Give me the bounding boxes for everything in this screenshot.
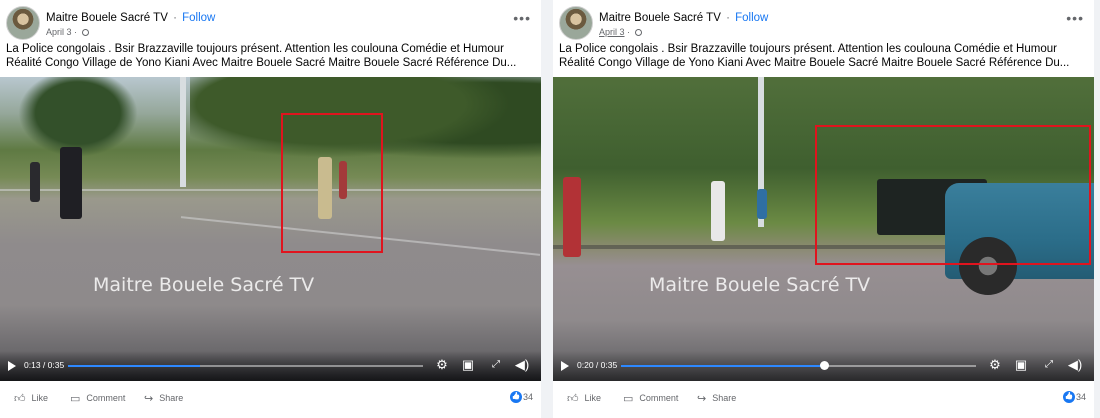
comment-button[interactable]: ▭ Comment (70, 392, 125, 405)
post-date[interactable]: April 3 (599, 27, 625, 37)
like-reaction-icon (1062, 391, 1075, 403)
author-name[interactable]: Maitre Bouele Sacré TV (46, 12, 168, 24)
follow-link[interactable]: Follow (735, 12, 768, 24)
share-icon: ↪ (697, 393, 707, 405)
follow-link[interactable]: Follow (182, 12, 215, 24)
video-player[interactable]: Maitre Bouele Sacré TV 0:13 / 0:35 ⚙ ▣ ⤢… (0, 77, 541, 381)
fullscreen-icon[interactable]: ⤢ (488, 358, 504, 372)
like-button[interactable]: 👍︎ Like (14, 392, 48, 405)
share-button[interactable]: ↪ Share (144, 392, 183, 405)
caption-line[interactable]: Réalité Congo Village de Yono Kiani Avec… (6, 56, 534, 70)
post-meta: April 3 · (46, 27, 89, 37)
tree (18, 77, 138, 157)
gear-icon[interactable]: ⚙ (434, 358, 450, 372)
facebook-post: Maitre Bouele Sacré TV · Follow April 3 … (553, 0, 1094, 418)
author-name[interactable]: Maitre Bouele Sacré TV (599, 12, 721, 24)
video-controls: 0:13 / 0:35 ⚙ ▣ ⤢ ◀) (0, 351, 541, 381)
video-time: 0:13 / 0:35 (24, 360, 65, 370)
post-caption: La Police congolais . Bsir Brazzaville t… (6, 42, 534, 70)
post-caption: La Police congolais . Bsir Brazzaville t… (559, 42, 1087, 70)
separator-dot: · (726, 12, 730, 24)
picture-in-picture-icon[interactable]: ▣ (460, 358, 476, 372)
highlight-box (815, 125, 1091, 265)
video-time: 0:20 / 0:35 (577, 360, 618, 370)
police-officer (60, 147, 82, 219)
person (30, 162, 40, 202)
progress-fill (68, 365, 200, 367)
gear-icon[interactable]: ⚙ (987, 358, 1003, 372)
progress-bar[interactable] (68, 365, 423, 367)
post-meta: April 3 · (599, 27, 642, 37)
author-line: Maitre Bouele Sacré TV · Follow (46, 12, 215, 24)
volume-icon[interactable]: ◀) (514, 358, 530, 372)
progress-fill (621, 365, 824, 367)
caption-line: La Police congolais . Bsir Brazzaville t… (559, 43, 1057, 55)
fullscreen-icon[interactable]: ⤢ (1041, 358, 1057, 372)
avatar[interactable] (6, 6, 40, 40)
video-watermark: Maitre Bouele Sacré TV (93, 274, 315, 296)
caption-line: La Police congolais . Bsir Brazzaville t… (6, 43, 504, 55)
author-line: Maitre Bouele Sacré TV · Follow (599, 12, 768, 24)
avatar[interactable] (559, 6, 593, 40)
video-player[interactable]: Maitre Bouele Sacré TV 0:20 / 0:35 ⚙ ▣ ⤢… (553, 77, 1094, 381)
play-icon[interactable] (561, 361, 569, 371)
globe-icon (81, 29, 89, 36)
play-icon[interactable] (8, 361, 16, 371)
picture-in-picture-icon[interactable]: ▣ (1013, 358, 1029, 372)
comment-icon: ▭ (623, 393, 634, 405)
progress-bar[interactable] (621, 361, 976, 370)
globe-icon (634, 29, 642, 36)
caption-line[interactable]: Réalité Congo Village de Yono Kiani Avec… (559, 56, 1087, 70)
post-header: Maitre Bouele Sacré TV · Follow April 3 … (559, 6, 1088, 40)
trash-bin (757, 189, 767, 219)
progress-knob[interactable] (819, 361, 829, 370)
more-options-button[interactable]: ••• (1066, 10, 1084, 26)
volume-icon[interactable]: ◀) (1067, 358, 1083, 372)
post-actions: 👍︎Like ▭Comment ↪Share 34 (553, 387, 1094, 409)
post-date[interactable]: April 3 (46, 27, 72, 37)
reaction-count: 34 (1075, 392, 1086, 402)
video-watermark: Maitre Bouele Sacré TV (649, 274, 871, 296)
thumbs-up-icon: 👍︎ (14, 393, 26, 405)
reaction-count: 34 (522, 392, 533, 402)
comment-icon: ▭ (70, 393, 81, 405)
person-in-red (563, 177, 581, 257)
reaction-summary[interactable]: 34 (509, 391, 533, 403)
reaction-summary[interactable]: 34 (1062, 391, 1086, 403)
separator-dot: · (173, 12, 177, 24)
street-pole (180, 77, 186, 187)
like-reaction-icon (509, 391, 522, 403)
thumbs-up-icon: 👍︎ (567, 393, 579, 405)
share-button[interactable]: ↪ Share (697, 392, 736, 405)
share-icon: ↪ (144, 393, 154, 405)
post-header: Maitre Bouele Sacré TV · Follow April 3 … (6, 6, 535, 40)
highlight-box (281, 113, 383, 253)
post-actions: 👍︎Like ▭Comment ↪Share 34 (0, 387, 541, 409)
video-controls: 0:20 / 0:35 ⚙ ▣ ⤢ ◀) (553, 351, 1094, 381)
comment-button[interactable]: ▭ Comment (623, 392, 678, 405)
facebook-post: Maitre Bouele Sacré TV · Follow April 3 … (0, 0, 541, 418)
more-options-button[interactable]: ••• (513, 10, 531, 26)
man-in-white (711, 181, 725, 241)
like-button[interactable]: 👍︎ Like (567, 392, 601, 405)
